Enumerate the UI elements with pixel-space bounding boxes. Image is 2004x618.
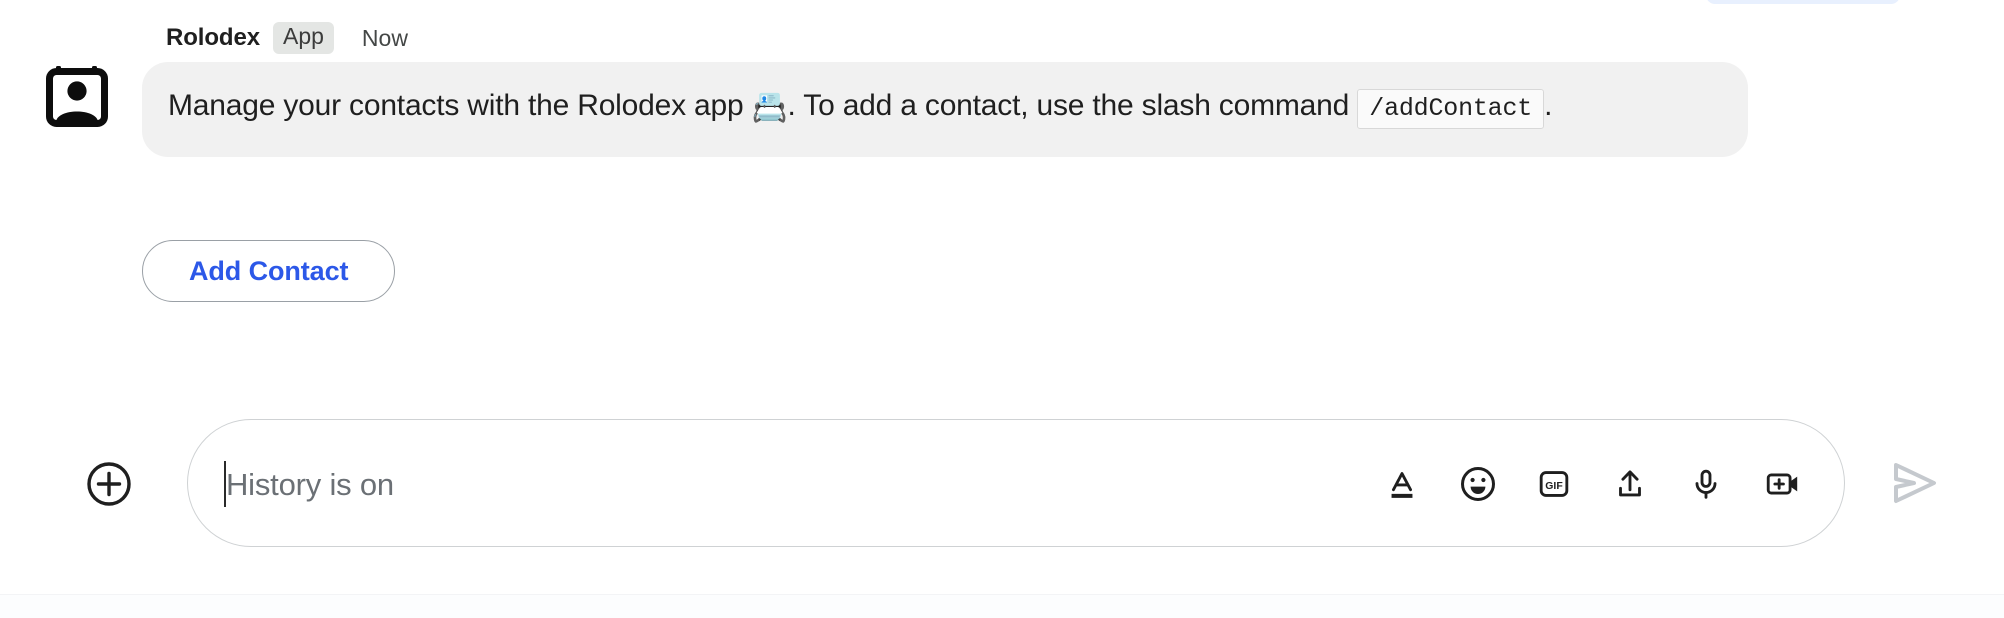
gif-icon[interactable]: GIF (1534, 464, 1574, 504)
message-actions: Add Contact (142, 240, 396, 302)
svg-text:GIF: GIF (1545, 481, 1562, 492)
send-arrow-icon[interactable] (1888, 458, 1942, 508)
plus-circle-icon[interactable] (85, 460, 133, 508)
composer-input[interactable] (224, 420, 1278, 550)
emoji-icon[interactable] (1458, 464, 1498, 504)
slash-command-chip: /addContact (1357, 89, 1545, 129)
add-video-icon[interactable] (1762, 464, 1802, 504)
message-bubble: Manage your contacts with the Rolodex ap… (142, 62, 1748, 157)
add-contact-button[interactable]: Add Contact (142, 240, 396, 302)
contact-card-icon (46, 66, 108, 127)
bottom-strip (0, 595, 2004, 618)
avatar (44, 62, 110, 128)
sender-name: Rolodex (166, 24, 260, 51)
microphone-icon[interactable] (1686, 464, 1726, 504)
upload-icon[interactable] (1610, 464, 1650, 504)
format-text-icon[interactable] (1382, 464, 1422, 504)
composer-input-shell[interactable]: GIF (187, 419, 1845, 550)
message-timestamp: Now (361, 24, 408, 51)
card-index-emoji: 📇 (751, 92, 788, 124)
message-text-part-3: . (1544, 89, 1553, 122)
message-header: Rolodex App Now (166, 22, 408, 54)
message-composer: GIF (0, 410, 2004, 550)
message-body: Rolodex App Now Manage your contacts wit… (142, 22, 1748, 157)
message-text-part-2: . To add a contact, use the slash comman… (787, 89, 1358, 122)
message-text: Manage your contacts with the Rolodex ap… (168, 84, 1722, 131)
composer-toolbar: GIF (1382, 420, 1802, 548)
message-text-part-1: Manage your contacts with the Rolodex ap… (168, 89, 752, 122)
clipped-top-chip (1706, 0, 1900, 4)
app-badge: App (272, 22, 334, 54)
